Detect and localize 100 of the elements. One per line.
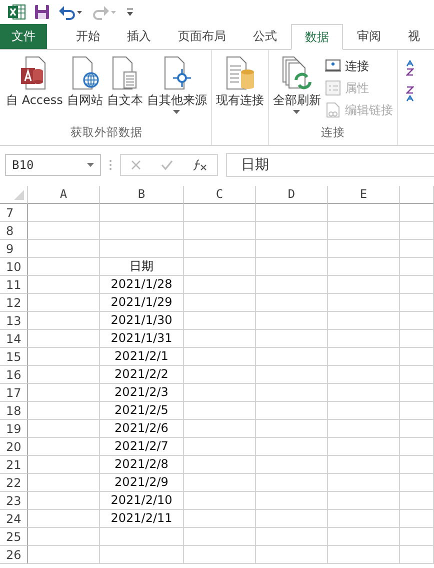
name-box[interactable]: B10	[5, 154, 101, 176]
ribbon-button[interactable]: 自其他来源	[144, 54, 209, 116]
row-header[interactable]: 21	[0, 456, 28, 474]
row-header[interactable]: 11	[0, 276, 28, 294]
table-cell	[328, 456, 400, 474]
formula-field[interactable]: 日期	[226, 153, 434, 177]
ribbon-small-button[interactable]: 连接	[322, 56, 395, 76]
ribbon-tab[interactable]: 公式	[240, 24, 290, 49]
table-cell	[184, 276, 256, 294]
table-cell	[400, 438, 434, 456]
row-header[interactable]: 16	[0, 366, 28, 384]
ribbon-button[interactable]: 自网站	[64, 54, 105, 109]
table-cell	[400, 546, 434, 564]
table-cell	[28, 294, 100, 312]
document-database-icon	[224, 56, 256, 90]
ribbon-tab[interactable]: 审阅	[344, 24, 394, 49]
ribbon-tab[interactable]: 开始	[63, 24, 113, 49]
customize-menu-icon[interactable]	[126, 7, 134, 17]
ribbon-tab[interactable]: 视	[395, 24, 433, 49]
table-cell	[328, 312, 400, 330]
save-icon[interactable]	[34, 4, 50, 20]
row-header[interactable]: 25	[0, 528, 28, 546]
table-cell	[328, 276, 400, 294]
row-header[interactable]: 9	[0, 240, 28, 258]
table-cell	[328, 474, 400, 492]
table-cell	[400, 510, 434, 528]
row-header[interactable]: 10	[0, 258, 28, 276]
group-label: 获取外部数据	[69, 125, 144, 141]
table-cell	[400, 240, 434, 258]
row-header[interactable]: 8	[0, 222, 28, 240]
ribbon-tab[interactable]: 插入	[114, 24, 164, 49]
ribbon-button[interactable]: 全部刷新	[270, 54, 323, 116]
table-cell: 2021/2/9	[100, 474, 184, 492]
ribbon-tab[interactable]: 页面布局	[165, 24, 239, 49]
table-cell	[328, 402, 400, 420]
column-header[interactable]: B	[100, 186, 184, 204]
caret-icon	[87, 163, 94, 167]
column-header[interactable]: D	[256, 186, 328, 204]
ribbon-button[interactable]: 自 Access	[4, 54, 65, 109]
column-header[interactable]: A	[28, 186, 100, 204]
row-header[interactable]: 26	[0, 546, 28, 564]
table-cell	[256, 366, 328, 384]
row-header[interactable]: 12	[0, 294, 28, 312]
table-cell	[28, 492, 100, 510]
row-header[interactable]: 13	[0, 312, 28, 330]
table-cell	[184, 510, 256, 528]
table-cell	[256, 420, 328, 438]
ribbon-button[interactable]: 自文本	[104, 54, 145, 109]
row-header[interactable]: 20	[0, 438, 28, 456]
table-cell	[256, 348, 328, 366]
column-header[interactable]: E	[328, 186, 400, 204]
table-cell	[28, 402, 100, 420]
check-icon[interactable]	[161, 160, 173, 170]
spreadsheet-app-icon	[8, 4, 26, 20]
column-header[interactable]: C	[184, 186, 256, 204]
table-cell	[256, 384, 328, 402]
insert-function-icon[interactable]	[193, 159, 207, 171]
row-header[interactable]: 18	[0, 402, 28, 420]
table-cell	[328, 348, 400, 366]
sort-descending-icon[interactable]	[406, 86, 414, 102]
table-cell: 2021/2/1	[100, 348, 184, 366]
table-cell: 2021/2/3	[100, 384, 184, 402]
row-header[interactable]: 14	[0, 330, 28, 348]
table-cell	[28, 348, 100, 366]
row-header[interactable]: 22	[0, 474, 28, 492]
table-cell	[256, 312, 328, 330]
row-header[interactable]: 15	[0, 348, 28, 366]
table-cell	[328, 546, 400, 564]
table-cell	[400, 402, 434, 420]
table-cell	[256, 510, 328, 528]
monitor-icon	[324, 59, 341, 73]
ribbon-button[interactable]: 现有连接	[214, 54, 266, 109]
table-cell: 2021/2/2	[100, 366, 184, 384]
table-cell: 2021/2/5	[100, 402, 184, 420]
sort-ascending-icon[interactable]	[406, 60, 414, 76]
table-cell	[184, 384, 256, 402]
file-tab[interactable]: 文件	[0, 24, 47, 49]
grip-icon	[109, 159, 112, 171]
undo-icon[interactable]	[58, 4, 84, 20]
row-header[interactable]: 7	[0, 204, 28, 222]
table-cell	[28, 204, 100, 222]
table-cell	[184, 330, 256, 348]
table-cell	[400, 384, 434, 402]
table-cell	[28, 474, 100, 492]
row-header[interactable]: 24	[0, 510, 28, 528]
table-cell: 2021/2/6	[100, 420, 184, 438]
row-header[interactable]: 23	[0, 492, 28, 510]
table-cell	[256, 474, 328, 492]
row-header[interactable]: 19	[0, 420, 28, 438]
ribbon-tab[interactable]: 数据	[291, 24, 343, 50]
table-cell	[256, 204, 328, 222]
table-cell	[184, 312, 256, 330]
table-cell: 2021/1/29	[100, 294, 184, 312]
table-cell	[328, 330, 400, 348]
table-cell	[184, 420, 256, 438]
table-cell	[328, 384, 400, 402]
table-cell	[328, 294, 400, 312]
table-cell	[328, 492, 400, 510]
row-header[interactable]: 17	[0, 384, 28, 402]
table-cell	[328, 258, 400, 276]
